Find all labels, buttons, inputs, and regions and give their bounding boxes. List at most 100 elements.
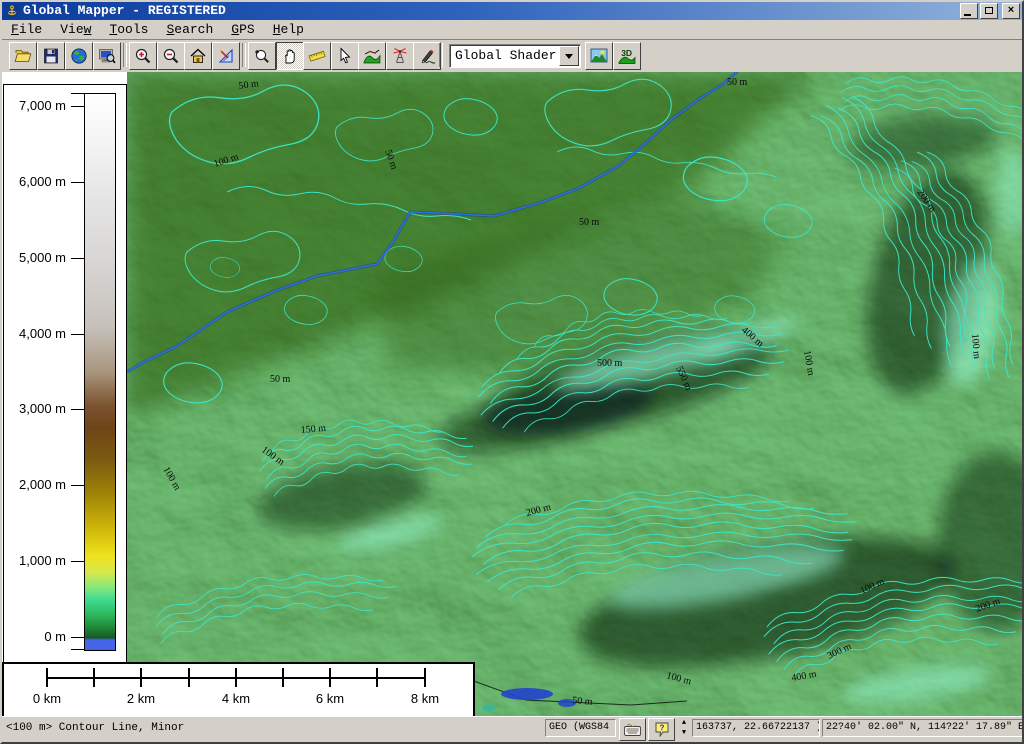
view-shed-button[interactable] (386, 42, 414, 70)
help-icon: ? (655, 722, 669, 737)
contour-label: 150 m (300, 423, 326, 436)
map-canvas[interactable]: 50 m 100 m 50 m 50 m 50 m 150 m 100 m 10… (127, 72, 1022, 717)
coordinate-entry-button[interactable] (619, 718, 646, 741)
projection-text: GEO (WGS84 (549, 722, 609, 733)
scale-label: 0 km (27, 692, 67, 706)
menu-gps[interactable]: GPS (222, 20, 263, 39)
scale-tick (329, 668, 331, 687)
spinner-down-icon[interactable]: ▼ (682, 730, 686, 737)
open-button[interactable] (9, 42, 37, 70)
svg-text:?: ? (659, 724, 664, 733)
legend-label: 6,000 m (4, 175, 66, 189)
scale-tick (188, 668, 190, 687)
contour-label: 100 m (969, 333, 982, 359)
toolbar-separator (123, 43, 127, 67)
close-button[interactable]: × (1002, 3, 1020, 19)
restore-icon (985, 7, 993, 14)
legend-label: 0 m (4, 630, 66, 644)
chevron-down-icon[interactable] (559, 46, 579, 66)
window-title: Global Mapper - REGISTERED (23, 2, 226, 20)
show-3d-button[interactable]: 3D (613, 42, 641, 70)
keyboard-icon (624, 724, 641, 736)
scale-label: 8 km (405, 692, 445, 706)
show-images-button[interactable] (585, 42, 613, 70)
legend-tick (71, 485, 84, 486)
menu-bar: File View Tools Search GPS Help (2, 20, 1022, 40)
save-button[interactable] (37, 42, 65, 70)
menu-file[interactable]: File (2, 20, 51, 39)
image-overlay-icon (590, 47, 608, 65)
zoom-in-icon (134, 47, 152, 65)
globe-icon (70, 47, 88, 65)
pick-tool-button[interactable] (331, 42, 359, 70)
cursor-dms-text: 22?40' 02.00" N, 114?22' 17.89" E (826, 722, 1024, 733)
legend-label: 4,000 m (4, 327, 66, 341)
scale-label: 4 km (216, 692, 256, 706)
toolbar: Global Shader 3D (2, 40, 1022, 72)
menu-search[interactable]: Search (157, 20, 222, 39)
contour-label: 50 m (270, 374, 291, 385)
close-icon: × (1008, 4, 1014, 16)
app-icon (5, 4, 19, 18)
zoom-in-button[interactable] (129, 42, 157, 70)
capture-screen-button[interactable] (93, 42, 121, 70)
3d-label: 3D (621, 48, 632, 58)
cursor-xy-panel: 163737, 22.66722137 ) (692, 719, 820, 737)
scale-label: 2 km (121, 692, 161, 706)
legend-label: 3,000 m (4, 402, 66, 416)
legend-label: 7,000 m (4, 99, 66, 113)
view-shed-icon (391, 47, 409, 65)
full-view-button[interactable] (184, 42, 212, 70)
scale-tick (424, 668, 426, 687)
status-bar: <100 m> Contour Line, Minor GEO (WGS84 ?… (2, 716, 1022, 742)
line-of-sight-icon (217, 47, 235, 65)
scale-tick (140, 668, 142, 687)
help-button[interactable]: ? (648, 718, 675, 741)
legend-tick (71, 637, 84, 638)
restore-button[interactable] (980, 3, 998, 19)
toolbar-separator (242, 43, 246, 67)
minimize-icon (964, 14, 971, 16)
spinner-up-icon[interactable]: ▲ (682, 720, 686, 727)
shader-select-value: Global Shader (455, 47, 556, 65)
3d-view-icon: 3D (618, 47, 636, 65)
map-render: 50 m 100 m 50 m 50 m 50 m 150 m 100 m 10… (127, 72, 1022, 717)
zoom-tool-button[interactable] (248, 42, 276, 70)
coordinate-spinner: ▲ ▼ (678, 720, 690, 737)
terrain-profile-button[interactable] (358, 42, 386, 70)
menu-help[interactable]: Help (264, 20, 313, 39)
menu-view[interactable]: View (51, 20, 100, 39)
legend-tick (71, 258, 84, 259)
cursor-xy-text: 163737, 22.66722137 ) (696, 722, 820, 733)
scale-bar: 0 km 2 km 4 km 6 km 8 km (2, 662, 475, 718)
digitizer-pen-icon (418, 47, 436, 65)
legend-label: 2,000 m (4, 478, 66, 492)
zoom-tool-icon (253, 47, 271, 65)
legend-label: 5,000 m (4, 251, 66, 265)
save-icon (42, 47, 60, 65)
shader-select[interactable]: Global Shader (449, 44, 581, 68)
pan-tool-button[interactable] (276, 42, 304, 70)
line-of-sight-button[interactable] (212, 42, 240, 70)
legend-tick (71, 182, 84, 183)
terrain-profile-icon (363, 47, 381, 65)
projection-panel: GEO (WGS84 (545, 719, 616, 737)
download-online-button[interactable] (65, 42, 93, 70)
scale-tick (235, 668, 237, 687)
status-message: <100 m> Contour Line, Minor (6, 721, 184, 735)
digitizer-tool-button[interactable] (413, 42, 441, 70)
scale-tick (46, 668, 48, 687)
home-icon (189, 47, 207, 65)
contour-label: 500 m (597, 358, 623, 369)
open-icon (14, 47, 32, 65)
legend-tick (71, 93, 84, 94)
title-bar[interactable]: Global Mapper - REGISTERED × (2, 2, 1022, 20)
minimize-button[interactable] (960, 3, 978, 19)
menu-tools[interactable]: Tools (100, 20, 157, 39)
elevation-colorbar (84, 93, 116, 651)
zoom-out-button[interactable] (157, 42, 185, 70)
contour-label: 50 m (727, 77, 748, 88)
legend-tick (71, 561, 84, 562)
measure-tool-button[interactable] (303, 42, 331, 70)
legend-tick (71, 334, 84, 335)
